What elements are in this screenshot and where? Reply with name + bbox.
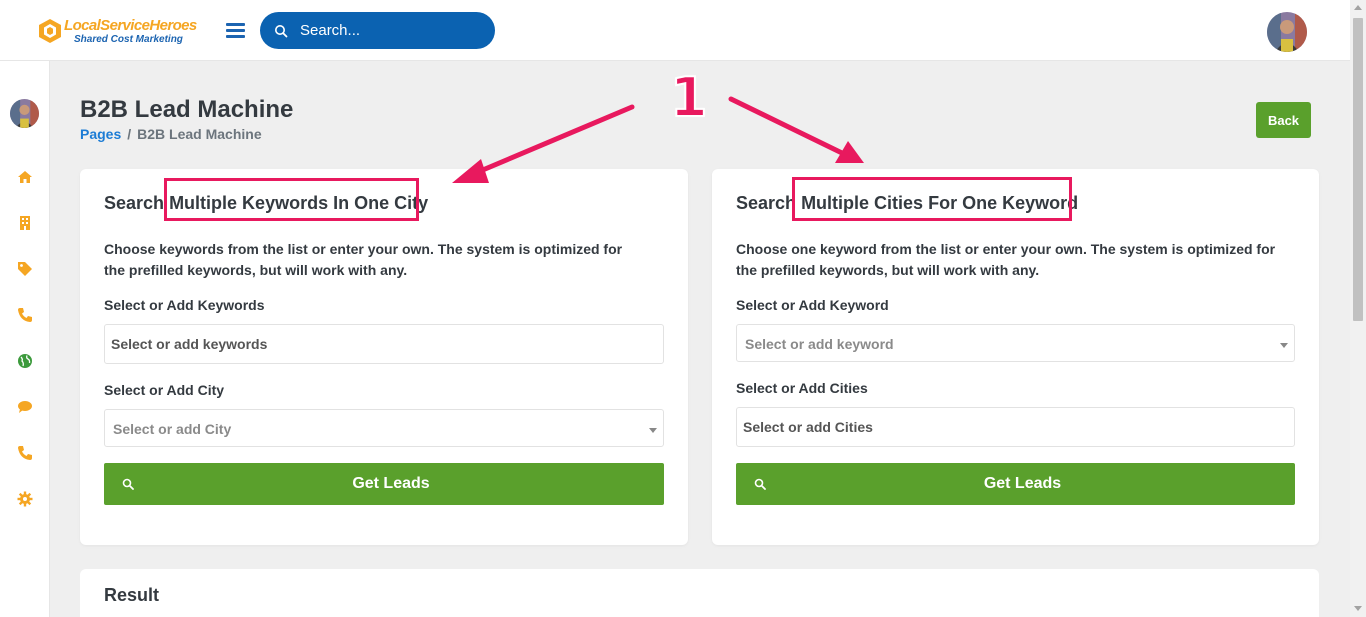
keywords-label: Select or Add Keywords <box>104 297 265 313</box>
keyword-label: Select or Add Keyword <box>736 297 889 313</box>
city-select-placeholder: Select or add City <box>113 421 232 437</box>
sidebar-avatar[interactable] <box>10 99 39 128</box>
card-title-prefix: Search <box>736 193 797 213</box>
back-button[interactable]: Back <box>1256 102 1311 138</box>
get-leads-label: Get Leads <box>352 475 430 492</box>
result-card: Result <box>80 569 1319 617</box>
keyword-select[interactable]: Select or add keyword <box>736 324 1295 362</box>
gear-icon[interactable] <box>17 491 33 507</box>
highlight-box <box>164 178 419 221</box>
globe-icon[interactable] <box>17 353 33 369</box>
building-icon[interactable] <box>17 215 33 231</box>
hamburger-menu-icon[interactable] <box>226 22 246 38</box>
search-bar <box>260 12 495 49</box>
brand-tagline: Shared Cost Marketing <box>74 34 183 45</box>
keywords-search-card: Search Multiple Keywords In One City Cho… <box>80 169 688 545</box>
cities-label: Select or Add Cities <box>736 380 868 396</box>
chevron-down-icon <box>649 428 657 433</box>
brand-logo[interactable]: LocalServiceHeroes Shared Cost Marketing <box>38 15 198 47</box>
breadcrumb: Pages / B2B Lead Machine <box>80 126 262 142</box>
left-sidebar <box>0 61 50 617</box>
user-avatar[interactable] <box>1267 12 1307 52</box>
get-leads-label: Get Leads <box>983 475 1062 492</box>
cities-search-card: Search Multiple Cities For One Keyword C… <box>712 169 1319 545</box>
search-input[interactable] <box>300 12 485 49</box>
card-description: Choose one keyword from the list or ente… <box>736 241 1276 278</box>
home-icon[interactable] <box>17 169 33 185</box>
vertical-scrollbar[interactable] <box>1350 0 1366 617</box>
cities-input[interactable] <box>737 408 1294 446</box>
phone-icon[interactable] <box>17 445 33 461</box>
page-title: B2B Lead Machine <box>80 96 294 123</box>
scroll-down-icon[interactable] <box>1354 606 1362 611</box>
phone-icon[interactable] <box>17 307 33 323</box>
chevron-down-icon <box>1280 343 1288 348</box>
chat-icon[interactable] <box>17 399 33 415</box>
scroll-up-icon[interactable] <box>1354 5 1362 10</box>
breadcrumb-link-pages[interactable]: Pages <box>80 126 121 142</box>
top-header: LocalServiceHeroes Shared Cost Marketing <box>0 0 1350 61</box>
get-leads-button[interactable]: Get Leads <box>736 463 1295 505</box>
keywords-input[interactable] <box>105 325 663 363</box>
city-label: Select or Add City <box>104 382 225 398</box>
search-icon[interactable] <box>274 24 288 38</box>
hexagon-logo-icon <box>39 19 61 43</box>
highlight-box <box>792 177 1072 221</box>
brand-name: LocalServiceHeroes <box>64 17 197 34</box>
cities-field <box>736 407 1295 447</box>
city-select[interactable]: Select or add City <box>104 409 664 447</box>
keywords-field <box>104 324 664 364</box>
arrow-head-icon <box>835 141 864 163</box>
breadcrumb-current: B2B Lead Machine <box>137 126 262 142</box>
card-description: Choose keywords from the list or enter y… <box>104 241 623 278</box>
result-title: Result <box>104 585 160 605</box>
get-leads-button[interactable]: Get Leads <box>104 463 664 505</box>
breadcrumb-separator: / <box>127 126 132 142</box>
card-title-prefix: Search <box>104 193 165 213</box>
tag-icon[interactable] <box>17 261 33 277</box>
scroll-thumb[interactable] <box>1353 18 1363 321</box>
step-number: 1 <box>669 65 709 130</box>
keyword-select-placeholder: Select or add keyword <box>745 336 894 352</box>
